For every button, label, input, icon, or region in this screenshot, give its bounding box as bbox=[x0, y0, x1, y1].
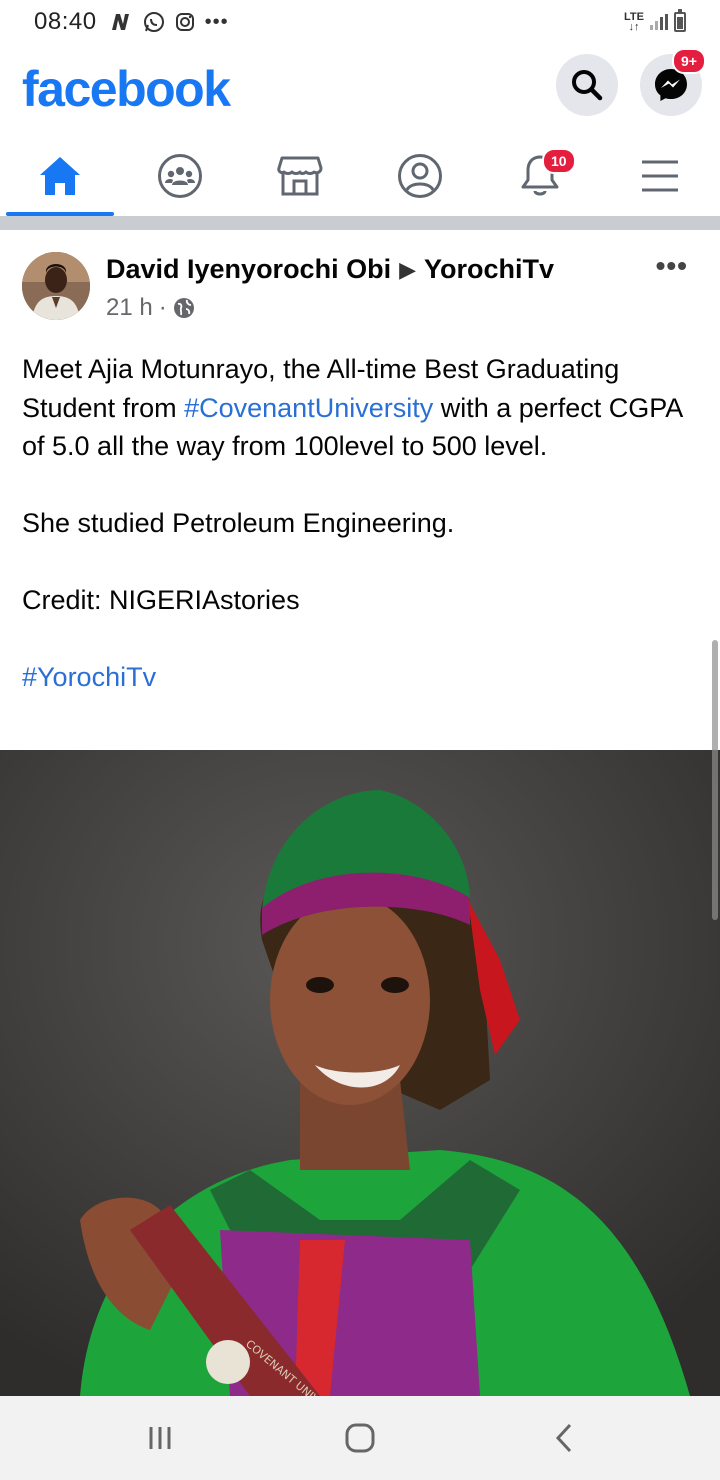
tab-bar: 10 bbox=[0, 136, 720, 216]
search-icon bbox=[572, 70, 603, 101]
post-body: Meet Ajia Motunrayo, the All-time Best G… bbox=[0, 330, 720, 697]
tab-marketplace[interactable] bbox=[240, 136, 360, 216]
post-header: David Iyenyorochi Obi ▶ YorochiTv 21 h ·… bbox=[0, 230, 720, 330]
post-paragraph-1: Meet Ajia Motunrayo, the All-time Best G… bbox=[22, 354, 682, 461]
search-button[interactable] bbox=[556, 54, 618, 116]
tab-home[interactable] bbox=[0, 136, 120, 216]
system-nav-bar bbox=[0, 1396, 720, 1480]
post-meta: 21 h · bbox=[106, 294, 195, 322]
status-time: 08:40 bbox=[34, 8, 97, 35]
post-author-name[interactable]: David Iyenyorochi Obi bbox=[106, 254, 391, 285]
messenger-badge: 9+ bbox=[672, 48, 706, 74]
lte-icon: LTE ↓↑ bbox=[624, 11, 644, 33]
tab-profile[interactable] bbox=[360, 136, 480, 216]
globe-icon bbox=[173, 298, 194, 318]
avatar-image bbox=[22, 252, 90, 320]
avatar[interactable] bbox=[22, 252, 90, 320]
tab-groups[interactable] bbox=[120, 136, 240, 216]
app-header: facebook 9+ bbox=[0, 44, 720, 136]
battery-icon bbox=[674, 9, 686, 32]
hashtag-yorochitv[interactable]: #YorochiTv bbox=[22, 662, 156, 692]
home-icon bbox=[40, 157, 80, 195]
whatsapp-icon bbox=[143, 12, 164, 32]
post-target-page[interactable]: YorochiTv bbox=[424, 254, 554, 285]
recent-apps-icon bbox=[149, 1427, 171, 1449]
back-icon bbox=[555, 1423, 572, 1453]
post-more-icon[interactable]: ••• bbox=[656, 250, 688, 282]
notifications-badge: 10 bbox=[542, 148, 576, 174]
hamburger-icon bbox=[642, 160, 678, 192]
tab-menu[interactable] bbox=[600, 136, 720, 216]
graduate-photo: COVENANT UNIVERSITY bbox=[0, 750, 720, 1396]
meta-separator: · bbox=[158, 294, 167, 321]
recent-apps-button[interactable] bbox=[140, 1418, 180, 1458]
tab-notifications[interactable]: 10 bbox=[480, 136, 600, 216]
facebook-logo[interactable]: facebook bbox=[22, 60, 231, 118]
home-button[interactable] bbox=[340, 1418, 380, 1458]
hashtag-covenant-university[interactable]: #CovenantUniversity bbox=[184, 393, 433, 423]
scrollbar[interactable] bbox=[712, 640, 718, 920]
status-system-icons: LTE ↓↑ bbox=[624, 9, 686, 33]
messenger-button[interactable]: 9+ bbox=[640, 48, 706, 116]
instagram-icon bbox=[175, 13, 194, 31]
shared-to-arrow-icon: ▶ bbox=[399, 256, 416, 282]
post-photo[interactable]: COVENANT UNIVERSITY bbox=[0, 750, 720, 1396]
home-button-icon bbox=[345, 1423, 375, 1453]
feed-post: David Iyenyorochi Obi ▶ YorochiTv 21 h ·… bbox=[0, 230, 720, 697]
post-paragraph-3: Credit: NIGERIAstories bbox=[22, 585, 300, 615]
post-time[interactable]: 21 h bbox=[106, 294, 153, 322]
groups-icon bbox=[158, 154, 202, 198]
profile-icon bbox=[398, 154, 442, 198]
more-notifications-icon: ••• bbox=[204, 10, 229, 33]
marketplace-icon bbox=[277, 156, 323, 196]
post-paragraph-4: #YorochiTv bbox=[22, 658, 698, 697]
signal-icon bbox=[650, 14, 668, 30]
status-bar: 08:40 ••• LTE ↓↑ bbox=[0, 0, 720, 44]
back-button[interactable] bbox=[544, 1418, 584, 1458]
feed-divider bbox=[0, 216, 720, 230]
post-author-line: David Iyenyorochi Obi ▶ YorochiTv bbox=[106, 254, 554, 285]
nairaland-icon bbox=[111, 14, 129, 30]
status-notification-icons: ••• bbox=[111, 11, 229, 34]
post-paragraph-2: She studied Petroleum Engineering. bbox=[22, 508, 455, 538]
